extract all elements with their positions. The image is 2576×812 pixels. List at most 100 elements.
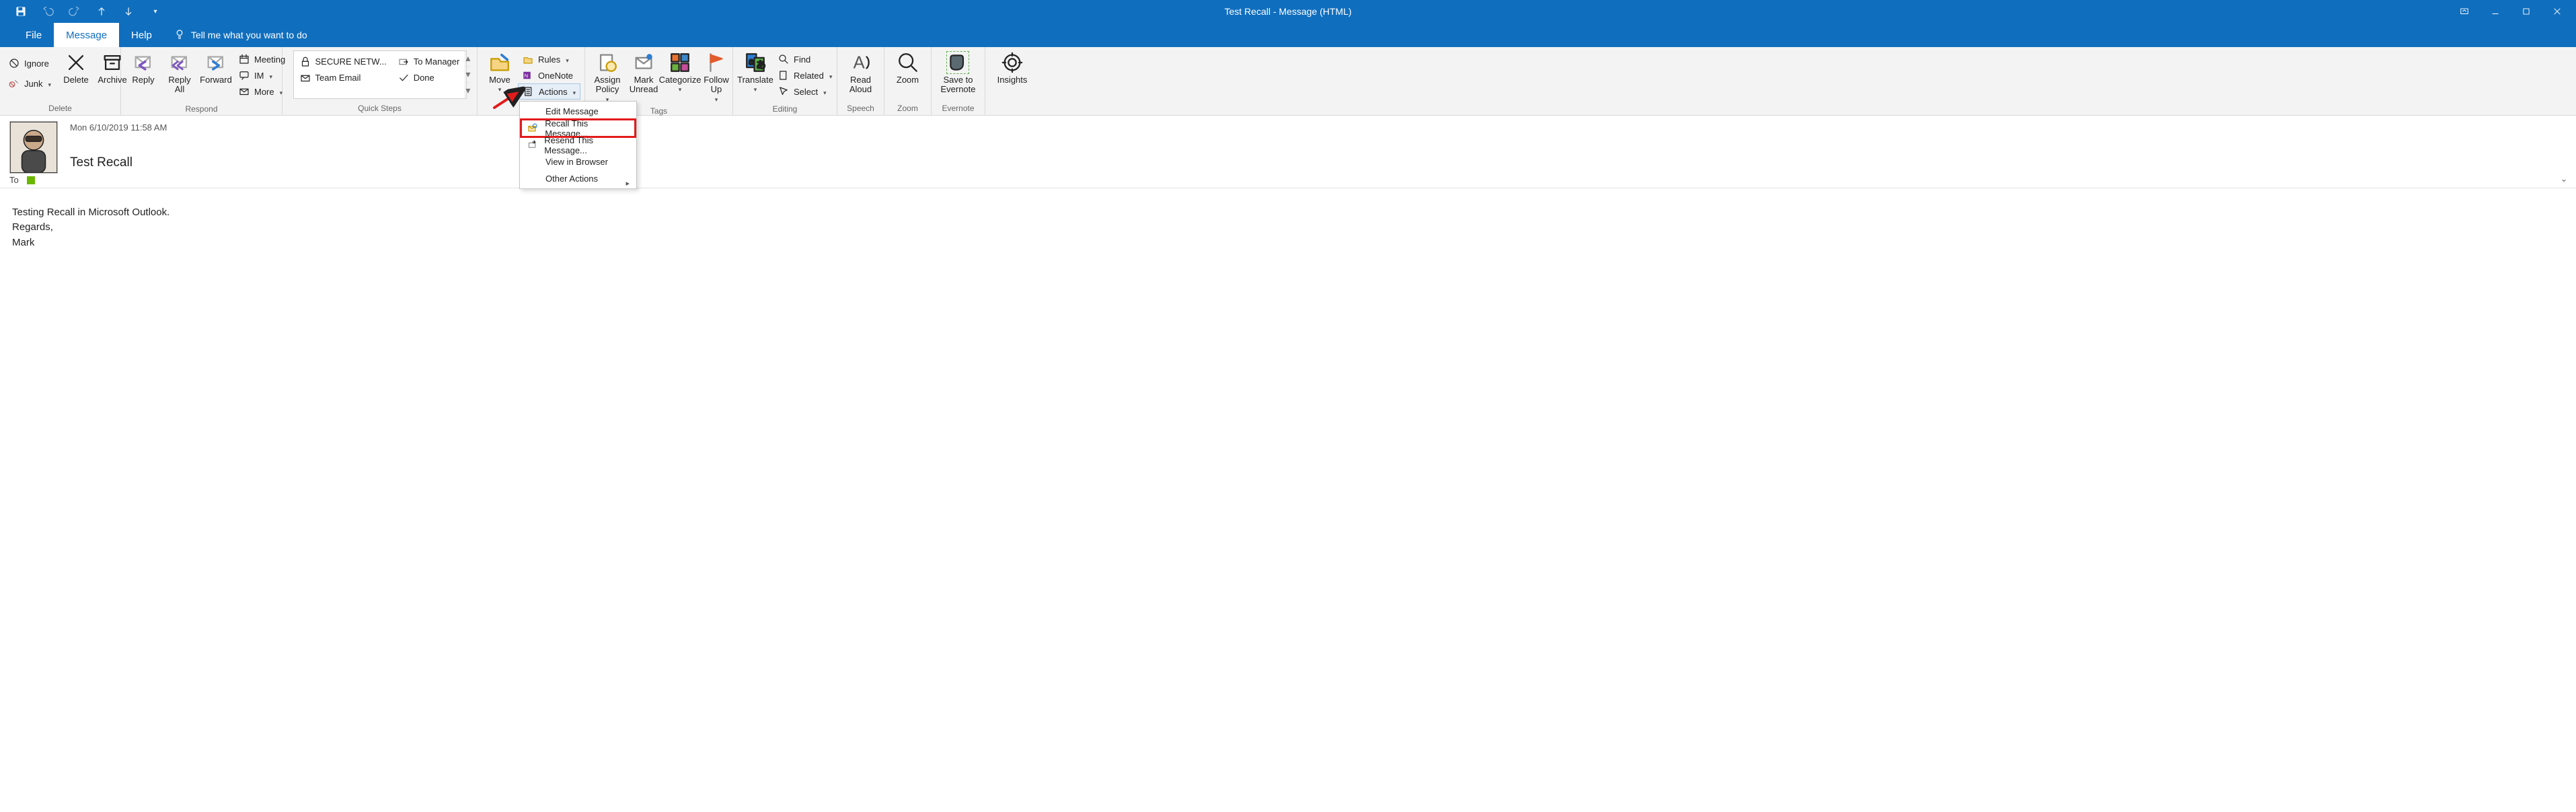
blank-icon [527,156,539,168]
svg-text:あ: あ [756,61,765,71]
gallery-down-icon[interactable]: ▾ [465,67,470,83]
message-date: Mon 6/10/2019 11:58 AM [70,122,2567,133]
group-delete: Ignore Junk Delete Archive Delete [0,47,121,115]
zoom-icon [897,51,919,74]
minimize-icon[interactable] [2483,1,2507,22]
tab-file[interactable]: File [13,23,54,47]
forward-mail-icon [397,56,410,68]
quickstep-item[interactable]: Done [393,70,464,86]
svg-text:A: A [853,54,864,73]
ignore-button[interactable]: Ignore [4,55,55,71]
select-button[interactable]: Select [773,83,836,100]
save-evernote-label: Save to Evernote [940,75,975,95]
actions-label: Actions [539,87,568,97]
sender-avatar [9,121,58,174]
actions-menu: Edit Message Recall This Message... Rese… [519,101,637,189]
recall-icon [527,122,538,135]
move-button[interactable]: Move [482,50,518,94]
flag-icon [705,51,728,74]
more-respond-button[interactable]: More [234,83,289,100]
mail-icon [299,72,311,84]
qat-customize-icon[interactable]: ▾ [148,4,163,19]
assign-policy-button[interactable]: Assign Policy [589,50,626,104]
menu-resend-message[interactable]: Resend This Message... [521,137,635,153]
close-icon[interactable] [2545,1,2569,22]
gallery-up-icon[interactable]: ▴ [465,51,470,67]
menu-item-label: Edit Message [545,106,599,116]
menu-item-label: View in Browser [545,157,608,167]
lock-icon [299,56,311,68]
to-row: To ⌄ [0,174,2576,188]
meeting-label: Meeting [254,54,285,65]
window-controls [2452,1,2576,22]
im-icon [238,69,250,81]
zoom-button[interactable]: Zoom [890,50,926,85]
save-evernote-button[interactable]: Save to Evernote [936,50,979,95]
reply-all-button[interactable]: Reply All [161,50,198,95]
find-icon [778,53,790,65]
save-icon[interactable] [13,4,28,19]
message-subject: Test Recall [70,155,2567,170]
delete-button[interactable]: Delete [58,50,94,85]
menu-recall-message[interactable]: Recall This Message... [521,120,635,137]
group-delete-label: Delete [0,102,120,115]
assign-policy-label: Assign Policy [594,75,620,95]
read-aloud-label: Read Aloud [849,75,872,95]
menu-view-browser[interactable]: View in Browser [521,153,635,170]
ignore-label: Ignore [24,59,49,69]
group-speech: A Read Aloud Speech [837,47,884,115]
group-speech-label: Speech [837,102,884,115]
categorize-button[interactable]: Categorize [662,50,698,94]
redo-icon[interactable] [67,4,82,19]
forward-button[interactable]: Forward [198,50,234,85]
follow-up-button[interactable]: Follow Up [698,50,734,104]
onenote-icon: N [522,69,534,81]
presence-indicator [27,176,35,184]
find-button[interactable]: Find [773,51,836,67]
blank-icon [527,173,539,185]
tab-help[interactable]: Help [119,23,164,47]
gallery-more-icon[interactable]: ▾ [465,83,470,98]
reply-button[interactable]: Reply [125,50,161,85]
delete-label: Delete [63,75,89,85]
delete-icon [65,51,87,74]
tell-me-search[interactable]: Tell me what you want to do [164,23,317,47]
mark-unread-button[interactable]: Mark Unread [626,50,662,95]
previous-item-icon[interactable] [94,4,109,19]
rules-button[interactable]: Rules [518,51,580,67]
read-aloud-button[interactable]: A Read Aloud [843,50,879,95]
junk-button[interactable]: Junk [4,75,55,91]
quickstep-item[interactable]: To Manager [393,54,464,70]
select-label: Select [794,87,818,97]
group-zoom: Zoom Zoom [884,47,932,115]
onenote-button[interactable]: N OneNote [518,67,580,83]
mark-unread-label: Mark Unread [630,75,658,95]
quickstep-item[interactable]: SECURE NETW... [295,54,391,70]
translate-button[interactable]: aあ Translate [737,50,773,94]
rules-label: Rules [538,54,560,65]
menu-other-actions[interactable]: Other Actions [521,170,635,187]
tab-message[interactable]: Message [54,23,119,47]
translate-icon: aあ [744,51,767,74]
expand-header-icon[interactable]: ⌄ [2556,171,2572,187]
undo-icon[interactable] [40,4,55,19]
im-button[interactable]: IM [234,67,289,83]
quickstep-label: Team Email [315,73,361,83]
check-icon [397,72,410,84]
im-label: IM [254,71,264,81]
maximize-icon[interactable] [2514,1,2538,22]
quicksteps-gallery[interactable]: SECURE NETW... Team Email To Manager Don… [293,50,467,99]
categorize-icon [669,51,691,74]
meeting-button[interactable]: Meeting [234,51,289,67]
next-item-icon[interactable] [121,4,136,19]
related-button[interactable]: Related [773,67,836,83]
actions-button[interactable]: Actions [518,83,580,100]
quickstep-item[interactable]: Team Email [295,70,391,86]
ribbon-display-icon[interactable] [2452,1,2476,22]
assign-policy-icon [596,51,619,74]
move-icon [488,51,511,74]
group-quicksteps-label: Quick Steps [282,102,477,115]
menu-edit-message[interactable]: Edit Message [521,103,635,120]
insights-button[interactable]: Insights [993,50,1032,85]
window-title: Test Recall - Message (HTML) [1224,6,1351,17]
